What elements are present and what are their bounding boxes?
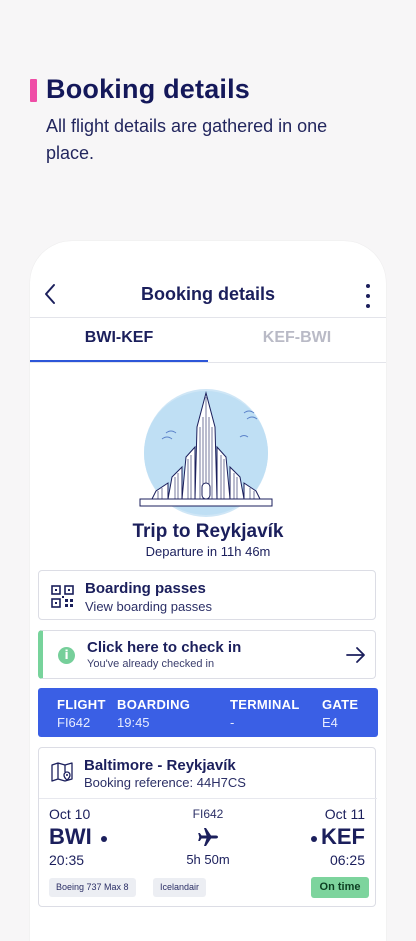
- flight-duration: 5h 50m: [186, 852, 230, 867]
- airplane-icon: [198, 828, 218, 846]
- departure-countdown: Departure in 11h 46m: [145, 544, 271, 559]
- info-icon: i: [58, 647, 75, 664]
- arrival-time: 06:25: [329, 852, 365, 868]
- boarding-value: 19:45: [117, 715, 150, 730]
- check-in-subtitle: You've already checked in: [87, 658, 215, 670]
- route-tabs: BWI-KEF KEF-BWI: [30, 318, 386, 363]
- airline-tag: Icelandair: [153, 878, 207, 897]
- boarding-passes-title: Boarding passes: [85, 580, 206, 597]
- top-app-bar: Booking details: [30, 241, 386, 318]
- promo-subtitle: All flight details are gathered in one p…: [46, 116, 328, 163]
- flight-column: FLIGHT FI642: [57, 697, 106, 730]
- arrival-dot: [311, 836, 317, 842]
- flight-info-bar: FLIGHT FI642 BOARDING 19:45 TERMINAL - G…: [38, 688, 378, 737]
- gate-value: E4: [322, 715, 338, 730]
- aircraft-tag: Boeing 737 Max 8: [49, 878, 136, 897]
- check-in-card[interactable]: i Click here to check in You've already …: [38, 630, 376, 679]
- boarding-passes-card[interactable]: Boarding passes View boarding passes: [38, 570, 376, 620]
- gate-column: GATE E4: [322, 697, 358, 730]
- map-pin-icon: [51, 762, 73, 782]
- screen-title: Booking details: [140, 284, 275, 304]
- hallgrimskirkja-illustration: [139, 389, 273, 517]
- trip-title: Trip to Reykjavík: [132, 521, 284, 542]
- departure-dot: [101, 836, 107, 842]
- status-badge: On time: [311, 877, 369, 898]
- terminal-column: TERMINAL -: [230, 697, 300, 730]
- flight-value: FI642: [57, 715, 91, 730]
- tab-kef-bwi[interactable]: KEF-BWI: [208, 318, 386, 362]
- arrival-date: Oct 11: [324, 806, 365, 822]
- arrival-airport-code: KEF: [321, 824, 365, 849]
- phone-screen: Booking details BWI-KEF KEF-BWI Trip to …: [30, 241, 386, 941]
- check-in-title: Click here to check in: [87, 639, 242, 656]
- terminal-label: TERMINAL: [230, 697, 300, 712]
- flight-route-card[interactable]: Baltimore - Reykjavík Booking reference:…: [38, 747, 377, 907]
- booking-reference: Booking reference: 44H7CS: [84, 775, 246, 790]
- more-vertical-icon[interactable]: [362, 282, 374, 310]
- route-title: Baltimore - Reykjavík: [84, 757, 236, 774]
- boarding-label: BOARDING: [117, 697, 191, 712]
- boarding-column: BOARDING 19:45: [117, 697, 190, 730]
- tab-bwi-kef[interactable]: BWI-KEF: [30, 318, 208, 362]
- terminal-value: -: [230, 715, 235, 730]
- arrow-right-icon[interactable]: [345, 646, 367, 664]
- flight-label: FLIGHT: [57, 697, 106, 712]
- departure-airport-code: BWI: [49, 824, 92, 849]
- promo-title: Booking details: [46, 74, 251, 104]
- promo-accent-bar: [30, 79, 37, 102]
- card-divider: [39, 798, 377, 799]
- gate-label: GATE: [322, 697, 359, 712]
- qr-code-icon: [51, 585, 74, 608]
- boarding-passes-subtitle: View boarding passes: [85, 599, 212, 614]
